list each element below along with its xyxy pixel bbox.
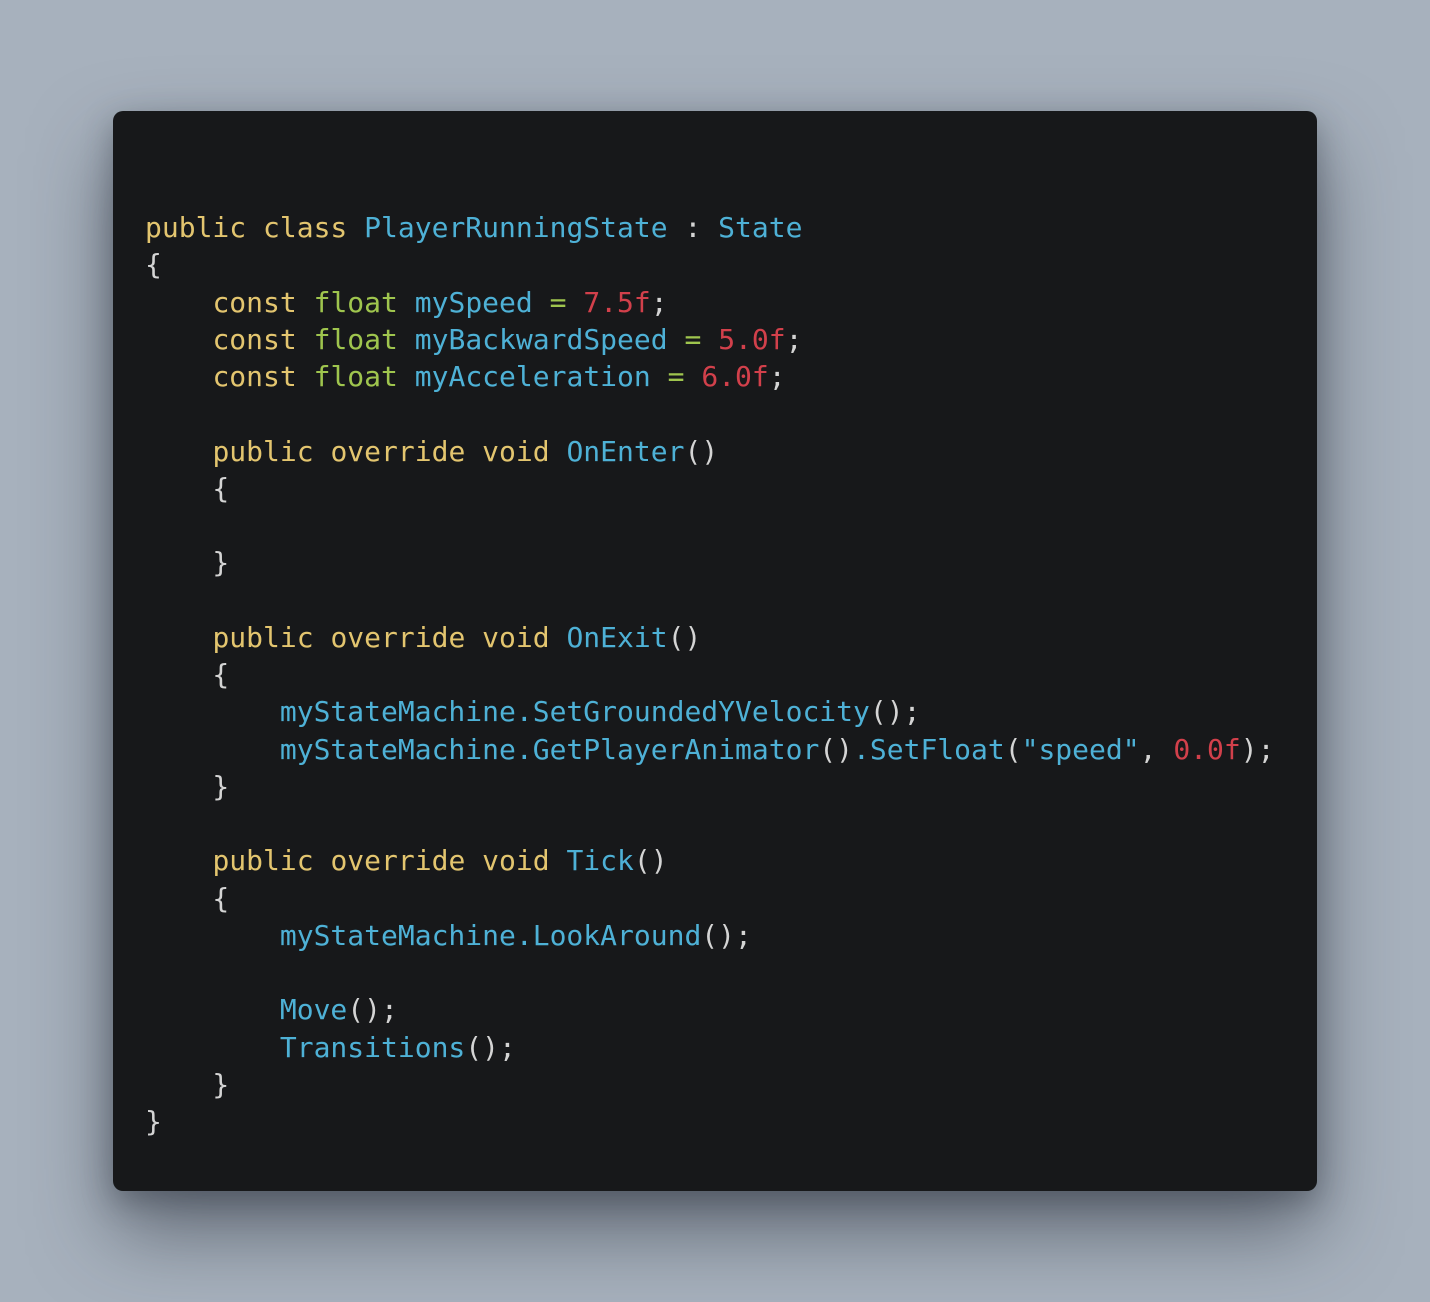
keyword-token: public override void: [212, 844, 567, 878]
code-line: const float mySpeed = 7.5f;: [145, 284, 1274, 321]
punctuation-token: ();: [347, 993, 398, 1027]
identifier-token: Move: [279, 993, 348, 1027]
identifier-token: mySpeed: [414, 285, 533, 319]
identifier-token: myAcceleration: [414, 360, 651, 393]
punctuation-token: [145, 844, 212, 877]
punctuation-token: [145, 621, 212, 654]
keyword-token: public override void: [212, 620, 567, 654]
punctuation-token: ;: [650, 285, 668, 319]
code-line: const float myAcceleration = 6.0f;: [145, 358, 1274, 395]
identifier-token: myBackwardSpeed: [414, 322, 668, 356]
punctuation-token: }: [145, 546, 230, 580]
punctuation-token: (: [1004, 732, 1022, 766]
punctuation-token: {: [145, 248, 162, 282]
number-literal: 5.0f: [718, 322, 786, 356]
identifier-token: myStateMachine.LookAround: [279, 918, 702, 952]
code-line: }: [145, 1103, 1274, 1140]
code-line: }: [145, 768, 1274, 805]
string-literal: "speed": [1021, 732, 1140, 766]
punctuation-token: ();: [701, 918, 752, 952]
code-line: public override void Tick(): [145, 842, 1274, 879]
code-line: myStateMachine.LookAround();: [145, 917, 1274, 954]
punctuation-token: [145, 919, 280, 952]
code-line: myStateMachine.GetPlayerAnimator().SetFl…: [145, 731, 1275, 768]
punctuation-token: [145, 733, 280, 766]
punctuation-token: (): [667, 620, 702, 654]
punctuation-token: }: [145, 1105, 162, 1138]
punctuation-token: [145, 695, 280, 728]
code-line: Transitions();: [145, 1029, 1274, 1066]
type-token: float: [313, 285, 415, 319]
punctuation-token: {: [145, 881, 230, 915]
identifier-token: State: [718, 211, 803, 244]
code-line: {: [145, 470, 1274, 507]
punctuation-token: [145, 286, 212, 319]
code-line: }: [145, 544, 1274, 581]
punctuation-token: [145, 1031, 280, 1064]
punctuation-token: ();: [869, 695, 921, 729]
code-line: {: [145, 246, 1274, 283]
punctuation-token: (): [819, 732, 854, 766]
identifier-token: myStateMachine.GetPlayerAnimator: [279, 732, 820, 766]
code-block: public class PlayerRunningState : State{…: [145, 209, 1274, 1140]
punctuation-token: }: [145, 1067, 230, 1101]
code-line: const float myBackwardSpeed = 5.0f;: [145, 321, 1274, 358]
punctuation-token: );: [1240, 732, 1275, 766]
keyword-token: const: [212, 360, 314, 393]
punctuation-token: {: [145, 658, 230, 691]
code-line: public class PlayerRunningState : State: [145, 209, 1274, 246]
type-token: float: [313, 322, 415, 356]
code-line: public override void OnExit(): [145, 619, 1274, 656]
punctuation-token: (): [633, 844, 668, 878]
code-line: {: [145, 656, 1274, 693]
punctuation-token: [145, 993, 280, 1026]
punctuation-token: :: [667, 211, 719, 244]
code-line: {: [145, 880, 1274, 917]
punctuation-token: (): [684, 434, 719, 468]
identifier-token: myStateMachine.SetGroundedYVelocity: [279, 695, 870, 729]
identifier-token: OnEnter: [566, 434, 685, 468]
punctuation-token: ,: [1139, 732, 1174, 766]
code-line: public override void OnEnter(): [145, 433, 1274, 470]
identifier-token: PlayerRunningState: [364, 211, 668, 244]
punctuation-token: ;: [768, 360, 786, 393]
keyword-token: const: [212, 322, 314, 356]
punctuation-token: }: [145, 769, 230, 803]
keyword-token: const: [212, 285, 314, 319]
code-snippet-panel: public class PlayerRunningState : State{…: [113, 111, 1317, 1191]
number-literal: 7.5f: [583, 285, 651, 319]
keyword-token: public class: [145, 211, 365, 244]
type-token: =: [650, 360, 702, 393]
punctuation-token: {: [145, 471, 230, 505]
punctuation-token: [145, 435, 212, 468]
identifier-token: OnExit: [566, 620, 668, 654]
punctuation-token: ;: [785, 322, 803, 356]
punctuation-token: ();: [465, 1030, 516, 1064]
identifier-token: Transitions: [279, 1030, 466, 1064]
code-line: }: [145, 1066, 1274, 1103]
number-literal: 0.0f: [1173, 732, 1241, 766]
type-token: =: [532, 285, 584, 319]
identifier-token: .SetFloat: [853, 732, 1005, 766]
keyword-token: public override void: [212, 434, 567, 468]
type-token: =: [667, 322, 719, 356]
punctuation-token: [145, 360, 212, 393]
code-line: myStateMachine.SetGroundedYVelocity();: [145, 693, 1274, 730]
code-line: Move();: [145, 991, 1274, 1028]
punctuation-token: [145, 323, 212, 356]
type-token: float: [313, 360, 415, 393]
identifier-token: Tick: [566, 844, 634, 878]
number-literal: 6.0f: [701, 360, 769, 393]
